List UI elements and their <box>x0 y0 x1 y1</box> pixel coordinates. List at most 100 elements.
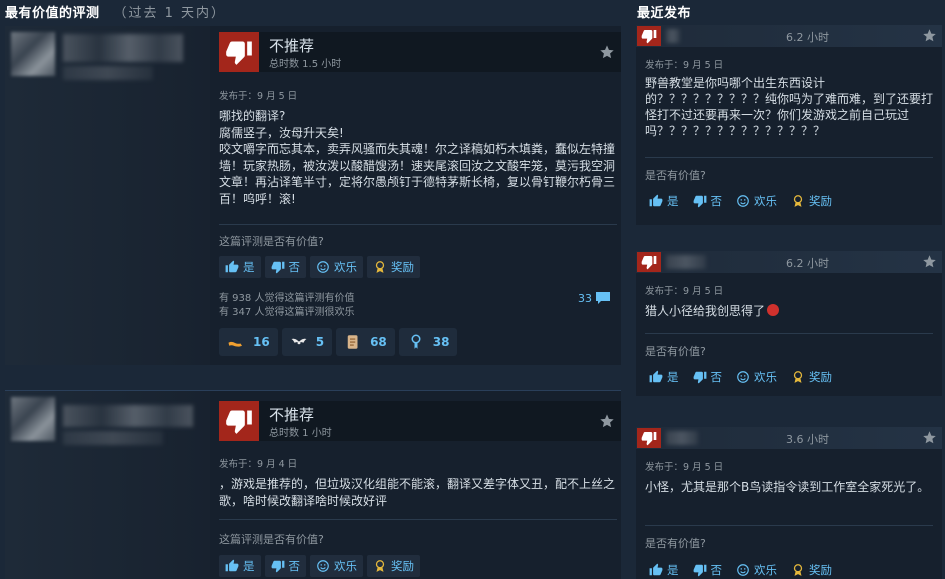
vote-buttons: 是 否 欢乐 奖励 <box>645 191 836 211</box>
verdict-label: 不推荐 <box>269 37 315 55</box>
vote-yes-button[interactable]: 是 <box>645 367 683 387</box>
award-label: 奖励 <box>391 260 414 274</box>
vote-funny-label: 欢乐 <box>754 370 777 384</box>
section-title-text: 最有价值的评测 <box>5 6 100 21</box>
helpful-stats: 有 938 人觉得这篇评测有价值 有 347 人觉得这篇评测很欢乐 <box>219 292 354 320</box>
funny-count-text: 有 347 人觉得这篇评测很欢乐 <box>219 307 355 318</box>
award-scroll[interactable]: 68 <box>336 328 395 356</box>
award-ribbon-icon <box>375 560 385 572</box>
vote-yes-button[interactable]: 是 <box>645 560 683 579</box>
playtime: 3.6 小时 <box>786 433 829 446</box>
vote-funny-button[interactable]: 欢乐 <box>732 367 781 387</box>
recent-review-header[interactable]: 3.6 小时 <box>636 427 942 449</box>
flexed-arm-icon <box>228 341 242 347</box>
award-star-icon[interactable] <box>599 44 615 60</box>
smiley-icon <box>737 195 749 207</box>
divider <box>219 519 617 520</box>
award-button[interactable]: 奖励 <box>787 191 836 211</box>
vote-no-button[interactable]: 否 <box>689 560 727 579</box>
recent-review-header[interactable]: 6.2 小时 <box>636 25 942 47</box>
vote-yes-button[interactable]: 是 <box>645 191 683 211</box>
vote-yes-label: 是 <box>667 563 679 577</box>
playtime: 6.2 小时 <box>786 257 829 270</box>
playtime: 总时数 1 小时 <box>269 428 332 439</box>
thumbs-up-icon <box>225 260 239 273</box>
award-ribbon-icon <box>793 195 803 207</box>
reviewer-name-blurred[interactable] <box>666 431 698 445</box>
award-button[interactable]: 奖励 <box>367 256 420 278</box>
review-text: 小怪，尤其是那个B鸟读指令读到工作室全家死光了。 <box>645 480 930 494</box>
award-count: 68 <box>370 335 387 349</box>
reviewer-panel[interactable] <box>5 391 210 579</box>
vote-funny-button[interactable]: 欢乐 <box>732 560 781 579</box>
thumbs-up-icon <box>649 563 663 576</box>
award-star-icon[interactable] <box>922 254 937 269</box>
posted-date: 发布于：9 月 5 日 <box>645 462 724 473</box>
recent-review-card: 6.2 小时 发布于：9 月 5 日 野兽教堂是你吗哪个出生东西设计的？？？？？… <box>636 25 942 225</box>
award-count: 5 <box>315 335 325 349</box>
vote-no-label: 否 <box>288 559 301 573</box>
avatar[interactable] <box>11 397 55 441</box>
divider <box>645 525 933 526</box>
helpful-question: 是否有价值? <box>645 169 706 182</box>
award-button[interactable]: 奖励 <box>787 560 836 579</box>
thumbs-down-icon <box>637 26 661 46</box>
divider <box>645 157 933 158</box>
vote-yes-button[interactable]: 是 <box>219 256 261 278</box>
thumbs-up-icon <box>649 194 663 207</box>
divider <box>645 333 933 334</box>
vote-funny-button[interactable]: 欢乐 <box>310 256 363 278</box>
reviewer-name-blurred[interactable] <box>63 34 183 62</box>
award-button[interactable]: 奖励 <box>787 367 836 387</box>
vote-no-button[interactable]: 否 <box>689 191 727 211</box>
vote-no-button[interactable]: 否 <box>264 555 306 577</box>
award-flexed-arm[interactable]: 16 <box>219 328 278 356</box>
award-star-icon[interactable] <box>922 28 937 43</box>
posted-date: 发布于：9 月 5 日 <box>219 91 298 102</box>
award-medal[interactable]: 38 <box>398 328 458 356</box>
verdict-label: 不推荐 <box>269 406 315 424</box>
thumbs-down-icon <box>693 195 706 208</box>
review-text-content: 猎人小径给我创思得了 <box>645 304 766 318</box>
reviewer-name-blurred[interactable] <box>666 255 706 269</box>
reviewer-panel[interactable] <box>5 26 210 365</box>
review-card: 不推荐 总时数 1.5 小时 发布于：9 月 5 日 哪找的翻译? 腐儒竖子，汝… <box>5 26 621 365</box>
award-label: 奖励 <box>809 370 832 384</box>
vote-no-button[interactable]: 否 <box>264 256 306 278</box>
smiley-icon <box>317 261 329 273</box>
vote-funny-label: 欢乐 <box>754 194 777 208</box>
reviewer-meta-blurred <box>63 66 153 80</box>
award-wings[interactable]: 5 <box>281 328 333 356</box>
recent-title: 最近发布 <box>637 6 692 21</box>
vote-no-label: 否 <box>288 260 301 274</box>
award-button[interactable]: 奖励 <box>367 555 420 577</box>
vote-buttons: 是 否 欢乐 奖励 <box>645 560 836 579</box>
vote-funny-label: 欢乐 <box>334 559 357 573</box>
vote-buttons: 是 否 欢乐 奖励 <box>645 367 836 387</box>
award-ribbon-icon <box>375 261 385 273</box>
review-text: 猎人小径给我创思得了 <box>645 303 935 319</box>
vote-yes-button[interactable]: 是 <box>219 555 261 577</box>
avatar[interactable] <box>11 32 55 76</box>
playtime: 6.2 小时 <box>786 31 829 44</box>
vote-funny-label: 欢乐 <box>334 260 357 274</box>
thumbs-down-icon <box>219 32 259 72</box>
recent-review-header[interactable]: 6.2 小时 <box>636 251 942 273</box>
comment-count-link[interactable]: 33 <box>578 291 611 305</box>
award-star-icon[interactable] <box>922 430 937 445</box>
vote-funny-button[interactable]: 欢乐 <box>732 191 781 211</box>
verdict-header[interactable]: 不推荐 总时数 1.5 小时 <box>219 32 621 72</box>
section-subtitle: （过去 1 天内） <box>113 6 227 21</box>
comment-count: 33 <box>578 291 592 305</box>
vote-no-button[interactable]: 否 <box>689 367 727 387</box>
award-star-icon[interactable] <box>599 413 615 429</box>
thumbs-down-icon <box>693 564 706 577</box>
posted-date: 发布于：9 月 5 日 <box>645 60 724 71</box>
vote-funny-button[interactable]: 欢乐 <box>310 555 363 577</box>
reviewer-name-blurred[interactable] <box>666 29 680 43</box>
reviewer-name-blurred[interactable] <box>63 405 193 427</box>
award-label: 奖励 <box>391 559 414 573</box>
verdict-header[interactable]: 不推荐 总时数 1 小时 <box>219 401 621 441</box>
smiley-icon <box>737 371 749 383</box>
scroll-icon <box>347 335 358 349</box>
